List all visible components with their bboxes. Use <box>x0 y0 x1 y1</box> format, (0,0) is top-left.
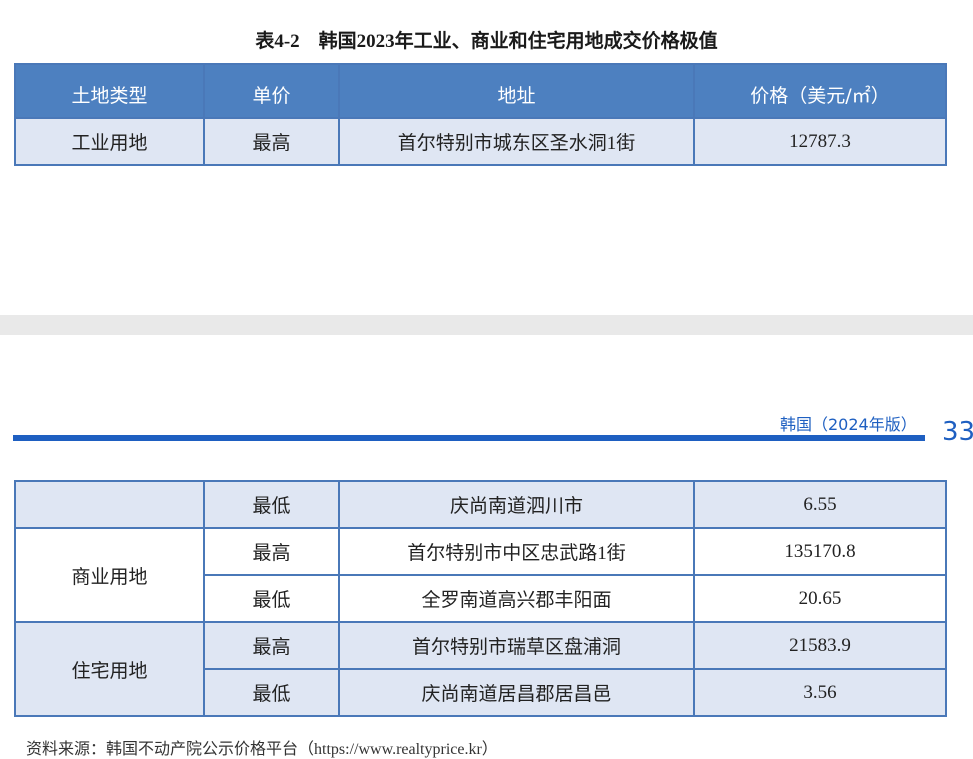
source-note: 资料来源：韩国不动产院公示价格平台（https://www.realtypric… <box>26 741 498 758</box>
cell-price: 21583.9 <box>693 621 947 670</box>
cell-price: 12787.3 <box>693 117 947 166</box>
table-row: 工业用地 最高 首尔特别市城东区圣水洞1街 12787.3 <box>14 117 947 166</box>
cell-unit: 最低 <box>203 480 340 529</box>
cell-land-type <box>14 480 205 529</box>
cell-address: 庆尚南道居昌郡居昌邑 <box>338 668 695 717</box>
cell-address: 首尔特别市瑞草区盘浦洞 <box>338 621 695 670</box>
price-table-bottom: 最低 庆尚南道泗川市 6.55 商业用地 最高 首尔特别市中区忠武路1街 135… <box>14 480 947 717</box>
cell-address: 庆尚南道泗川市 <box>338 480 695 529</box>
cell-land-type: 工业用地 <box>14 117 205 166</box>
cell-unit: 最高 <box>203 527 340 576</box>
cell-unit: 最高 <box>203 621 340 670</box>
cell-unit: 最高 <box>203 117 340 166</box>
cell-address: 全罗南道高兴郡丰阳面 <box>338 574 695 623</box>
cell-price: 6.55 <box>693 480 947 529</box>
header-price: 价格（美元/㎡） <box>693 63 947 119</box>
cell-price: 20.65 <box>693 574 947 623</box>
cell-price: 3.56 <box>693 668 947 717</box>
page-break-band <box>0 315 973 335</box>
page-number: 33 <box>942 417 973 447</box>
cell-unit: 最低 <box>203 574 340 623</box>
table-title: 表4-2 韩国2023年工业、商业和住宅用地成交价格极值 <box>255 31 718 52</box>
table-header-row: 土地类型 单价 地址 价格（美元/㎡） <box>14 63 947 119</box>
header-rule <box>13 435 925 441</box>
running-header: 韩国（2024年版） <box>780 415 917 434</box>
cell-price: 135170.8 <box>693 527 947 576</box>
cell-address: 首尔特别市城东区圣水洞1街 <box>338 117 695 166</box>
price-table-top: 土地类型 单价 地址 价格（美元/㎡） 工业用地 最高 首尔特别市城东区圣水洞1… <box>14 63 947 166</box>
cell-land-type: 住宅用地 <box>14 621 205 717</box>
table-row: 最低 庆尚南道泗川市 6.55 <box>14 480 947 529</box>
header-unit: 单价 <box>203 63 340 119</box>
cell-land-type: 商业用地 <box>14 527 205 623</box>
table-row: 商业用地 最高 首尔特别市中区忠武路1街 135170.8 <box>14 527 947 623</box>
header-land-type: 土地类型 <box>14 63 205 119</box>
cell-unit: 最低 <box>203 668 340 717</box>
header-address: 地址 <box>338 63 695 119</box>
table-row: 住宅用地 最高 首尔特别市瑞草区盘浦洞 21583.9 <box>14 621 947 717</box>
cell-address: 首尔特别市中区忠武路1街 <box>338 527 695 576</box>
